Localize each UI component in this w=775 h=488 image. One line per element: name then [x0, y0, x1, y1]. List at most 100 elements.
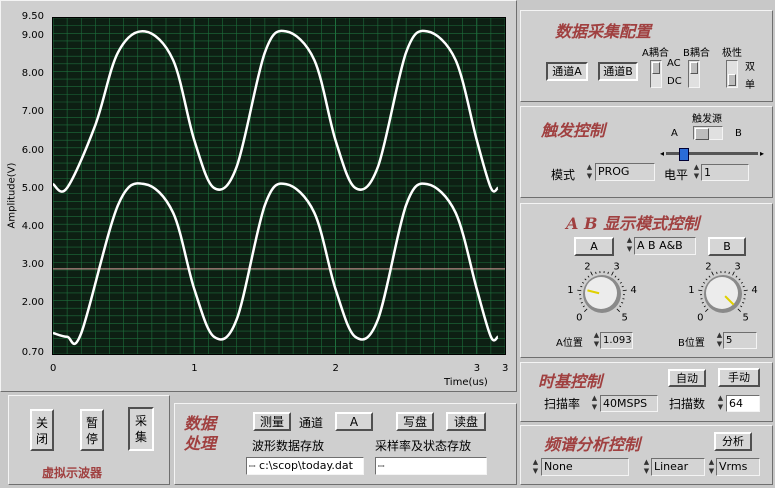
polarity-label: 极性 [722, 48, 742, 59]
scale-spinner-icon[interactable]: ▲ ▼ [642, 458, 651, 476]
knob-tick-mark [716, 271, 718, 274]
mode-label: 模式 [551, 168, 576, 182]
knob-tick-mark [728, 271, 730, 274]
a-ac-label: AC [667, 58, 681, 69]
measure-button[interactable]: 测量 [253, 412, 291, 431]
write-disk-button[interactable]: 写盘 [396, 412, 434, 431]
y-tick-label: 9.50 [21, 11, 44, 22]
unit-field[interactable]: Vrms [716, 458, 760, 476]
scan-count-spinner-icon[interactable]: ▲ ▼ [716, 394, 725, 412]
slider-right-arrow: ▸ [759, 149, 764, 158]
timebase-title: 时基控制 [538, 372, 603, 391]
y-tick-label: 2.00 [21, 297, 44, 309]
scan-rate-spinner-icon[interactable]: ▲ ▼ [590, 394, 599, 412]
knob-tick-label: 2 [584, 261, 590, 272]
b-position-label: B位置 [678, 338, 705, 349]
knob-tick-mark [580, 285, 583, 288]
plot-frame [52, 17, 506, 355]
polarity-switch[interactable] [726, 60, 738, 88]
trigger-level-slider[interactable]: ◂ ▸ [660, 148, 764, 161]
x-axis-label: Time(us) [444, 377, 488, 388]
app-title: 虚拟示波器 [42, 466, 103, 480]
x-tick-label: 3 [502, 363, 509, 374]
close-button[interactable]: 关 闭 [30, 409, 54, 451]
knob-tick-mark [584, 308, 588, 312]
polarity-single-label: 单 [745, 80, 755, 91]
knob-tick-label: 2 [705, 261, 711, 272]
y-axis-label: Amplitude(V) [6, 162, 18, 229]
b-position-field[interactable]: 5 [723, 332, 757, 349]
auto-button[interactable]: 自动 [668, 369, 706, 387]
scale-field[interactable]: Linear [651, 458, 705, 476]
scan-count-label: 扫描数 [669, 397, 706, 411]
window-field[interactable]: None [541, 458, 629, 476]
a-dc-label: DC [667, 76, 682, 87]
knob-tick-mark [577, 289, 582, 292]
y-tick-label: 3.00 [21, 259, 44, 271]
display-mode-field[interactable]: A B A&B [634, 237, 696, 255]
window-spinner-icon[interactable]: ▲ ▼ [531, 458, 540, 476]
a-position-knob[interactable]: 0 1 2 3 4 5 [562, 258, 642, 330]
knob-tick-mark [738, 278, 741, 281]
a-position-field[interactable]: 1.093 [600, 332, 633, 349]
wave-store-label: 波形数据存放 [252, 439, 325, 453]
x-tick-label: 3 [473, 363, 481, 374]
a-position-label: A位置 [556, 338, 583, 349]
level-spinner-icon[interactable]: ▲ ▼ [692, 163, 701, 181]
switch-knob [652, 62, 660, 74]
knob-tick-mark [703, 305, 706, 308]
knob-tick-mark [743, 289, 748, 292]
knob-tick-mark [621, 285, 624, 288]
a-coupling-switch[interactable] [650, 60, 662, 88]
y-tick-label: 4.00 [21, 221, 44, 232]
x-tick-label: 1 [191, 363, 198, 374]
knob-tick-mark [582, 305, 585, 308]
knob-tick-label: 4 [751, 285, 757, 296]
acquisition-title: 数据采集配置 [555, 22, 652, 41]
rate-path-field[interactable]: ꟷ [375, 457, 487, 475]
y-tick-label: 9.00 [21, 30, 44, 42]
knob-tick-label: 0 [697, 313, 703, 324]
switch-knob [695, 128, 709, 140]
knob-tick-label: 5 [621, 313, 627, 324]
knob-tick-mark [701, 301, 704, 304]
wave-path-field[interactable]: ꟷ c:\scop\today.dat [246, 457, 364, 475]
knob-tick-mark [584, 278, 587, 281]
knob-tick-mark [708, 275, 711, 278]
slider-thumb[interactable] [679, 148, 690, 161]
trigger-title: 触发控制 [541, 121, 606, 140]
knob-tick-mark [622, 289, 627, 292]
a-coupling-label: A耦合 [642, 48, 669, 59]
scan-rate-field[interactable]: 40MSPS [600, 395, 658, 412]
display-mode-spinner-icon[interactable]: ▲ ▼ [625, 236, 634, 254]
mode-spinner-icon[interactable]: ▲ ▼ [585, 163, 594, 181]
b-coupling-switch[interactable] [688, 60, 700, 88]
channel-select[interactable]: A [335, 412, 373, 431]
knob-tick-mark [617, 278, 620, 281]
unit-spinner-icon[interactable]: ▲ ▼ [707, 458, 716, 476]
mode-field[interactable]: PROG [595, 163, 655, 181]
trigger-source-switch[interactable] [693, 126, 723, 140]
y-tick-label: 5.00 [21, 182, 44, 194]
knob-tick-mark [705, 278, 708, 281]
channel-b-button[interactable]: 通道B [598, 62, 638, 81]
rate-store-label: 采样率及状态存放 [375, 439, 472, 453]
capture-button[interactable]: 采 集 [128, 407, 154, 451]
knob-tick-mark [595, 271, 597, 274]
read-disk-button[interactable]: 读盘 [446, 412, 486, 431]
scan-count-field[interactable]: 64 [726, 395, 760, 412]
pause-button[interactable]: 暂 停 [80, 409, 104, 451]
x-tick-label: 0 [50, 363, 57, 374]
level-field[interactable]: 1 [701, 164, 749, 181]
display-b-button[interactable]: B [708, 237, 746, 256]
knob-tick-label: 1 [688, 285, 694, 296]
channel-a-button[interactable]: 通道A [546, 62, 588, 81]
knob-tick-mark [740, 305, 743, 308]
x-tick-label: 2 [332, 363, 339, 374]
knob-tick-mark [702, 281, 706, 284]
display-a-button[interactable]: A [574, 237, 614, 256]
analyze-button[interactable]: 分析 [714, 432, 752, 451]
manual-button[interactable]: 手动 [718, 368, 760, 387]
b-position-knob[interactable]: 0 1 2 3 4 5 [683, 258, 763, 330]
knob-tick-mark [742, 285, 745, 288]
